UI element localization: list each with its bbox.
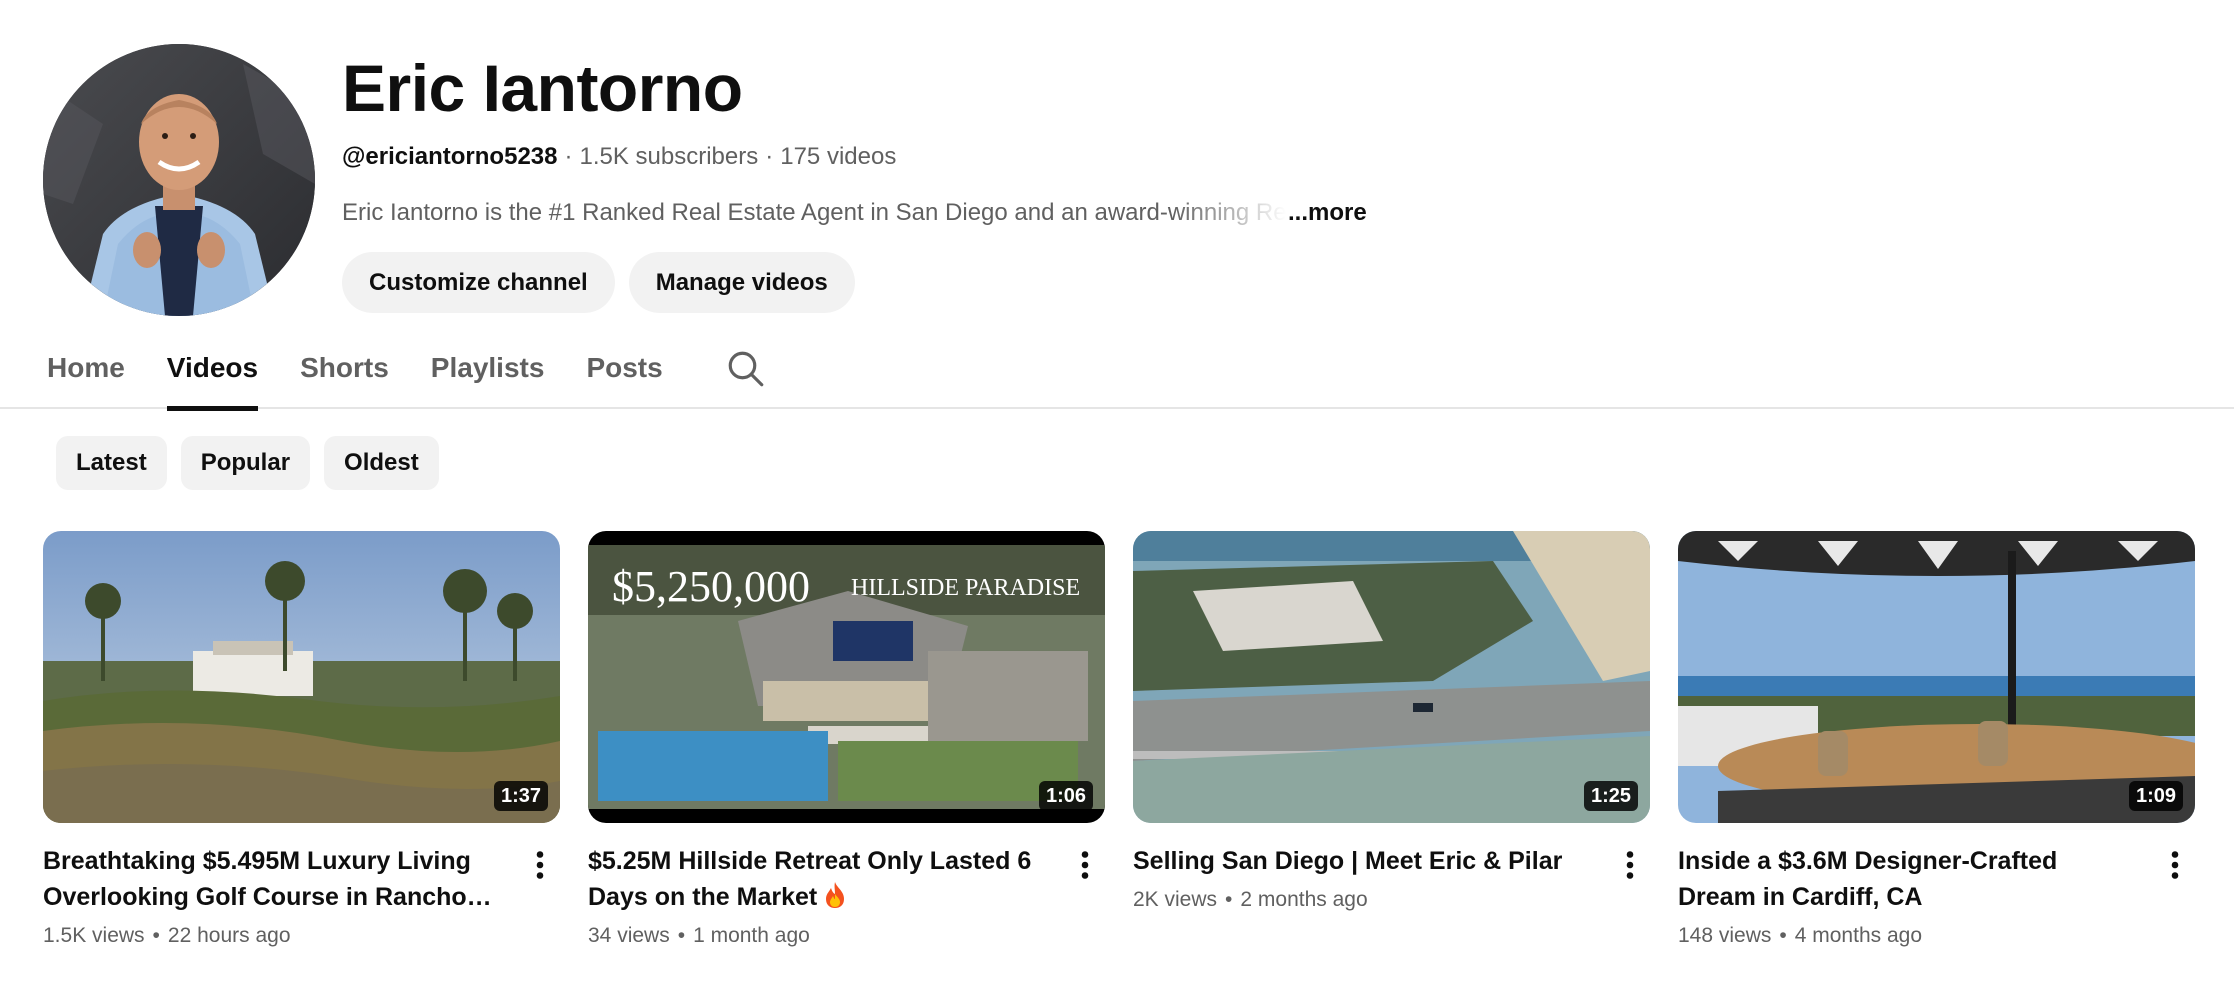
chip-latest[interactable]: Latest xyxy=(56,436,167,490)
chip-oldest[interactable]: Oldest xyxy=(324,436,439,490)
more-link[interactable]: ...more xyxy=(1288,196,1367,230)
video-title[interactable]: Inside a $3.6M Designer-Crafted Dream in… xyxy=(1678,843,2139,915)
more-actions-icon[interactable] xyxy=(522,847,558,883)
channel-info: Eric Iantorno @ericiantorno5238 · 1.5K sub… xyxy=(342,44,1367,313)
more-actions-icon[interactable] xyxy=(2157,847,2193,883)
meta-separator: • xyxy=(677,924,686,947)
video-details: Selling San Diego | Meet Eric & Pilar 2K… xyxy=(1133,843,1650,915)
video-duration: 1:37 xyxy=(493,781,548,811)
meta-separator: · xyxy=(564,143,573,170)
sort-chips: Latest Popular Oldest xyxy=(56,436,439,490)
video-details: Inside a $3.6M Designer-Crafted Dream in… xyxy=(1678,843,2195,951)
meta-separator: · xyxy=(765,143,774,170)
channel-tabs-bar: Home Videos Shorts Playlists Posts xyxy=(0,336,2234,411)
video-meta: 2K views • 2 months ago xyxy=(1133,885,1594,915)
video-title[interactable]: $5.25M Hillside Retreat Only Lasted 6 Da… xyxy=(588,843,1049,915)
coastal-bridge-thumbnail-image xyxy=(1133,531,1650,823)
video-duration: 1:06 xyxy=(1038,781,1093,811)
video-age: 22 hours ago xyxy=(167,924,291,947)
channel-avatar[interactable] xyxy=(43,44,315,316)
video-thumbnail[interactable]: $5,250,000 HILLSIDE PARADISE 1:06 xyxy=(588,531,1105,823)
channel-name: Eric Iantorno xyxy=(342,51,743,125)
video-thumbnail[interactable]: 1:37 xyxy=(43,531,560,823)
customize-channel-button[interactable]: Customize channel xyxy=(342,252,615,313)
channel-description[interactable]: Eric Iantorno is the #1 Ranked Real Esta… xyxy=(342,196,1367,230)
tab-videos[interactable]: Videos xyxy=(166,336,259,411)
patio-ocean-view-thumbnail-image xyxy=(1678,531,2195,823)
video-grid: 1:37 Breathtaking $5.495M Luxury Living … xyxy=(43,531,2197,951)
video-details: Breathtaking $5.495M Luxury Living Overl… xyxy=(43,843,560,951)
video-card: 1:25 Selling San Diego | Meet Eric & Pil… xyxy=(1133,531,1650,951)
channel-tabs: Home Videos Shorts Playlists Posts xyxy=(47,336,767,411)
channel-header: Eric Iantorno @ericiantorno5238 · 1.5K sub… xyxy=(43,44,2193,316)
search-icon[interactable] xyxy=(725,348,767,390)
video-card: $5,250,000 HILLSIDE PARADISE 1:06 $5.25M… xyxy=(588,531,1105,951)
avatar-portrait-image xyxy=(43,44,315,316)
channel-meta: @ericiantorno5238 · 1.5K subscribers · 175 v… xyxy=(342,140,1367,174)
video-age: 2 months ago xyxy=(1240,888,1368,911)
video-title-text: $5.25M Hillside Retreat Only Lasted 6 Da… xyxy=(588,847,1032,911)
manage-videos-button[interactable]: Manage videos xyxy=(628,252,855,313)
video-meta: 148 views • 4 months ago xyxy=(1678,921,2139,951)
video-views: 2K views xyxy=(1133,888,1218,911)
channel-handle[interactable]: @ericiantorno5238 xyxy=(342,143,557,170)
video-views: 34 views xyxy=(588,924,670,947)
thumbnail-caption-overlay: HILLSIDE PARADISE xyxy=(851,575,1080,601)
video-title[interactable]: Selling San Diego | Meet Eric & Pilar xyxy=(1133,843,1594,879)
video-meta: 34 views • 1 month ago xyxy=(588,921,1049,951)
video-count: 175 videos xyxy=(780,143,897,170)
video-card: 1:09 Inside a $3.6M Designer-Crafted Dre… xyxy=(1678,531,2195,951)
tab-playlists[interactable]: Playlists xyxy=(431,336,545,409)
tab-posts[interactable]: Posts xyxy=(586,336,662,409)
channel-description-text: Eric Iantorno is the #1 Ranked Real Esta… xyxy=(342,199,1286,226)
thumbnail-price-overlay: $5,250,000 xyxy=(612,562,810,611)
video-age: 1 month ago xyxy=(693,924,810,947)
video-thumbnail[interactable]: 1:25 xyxy=(1133,531,1650,823)
video-details: $5.25M Hillside Retreat Only Lasted 6 Da… xyxy=(588,843,1105,951)
hillside-home-thumbnail-image: $5,250,000 HILLSIDE PARADISE xyxy=(588,531,1105,823)
channel-actions: Customize channel Manage videos xyxy=(342,252,1367,313)
fire-emoji-icon xyxy=(826,882,845,908)
video-views: 148 views xyxy=(1678,924,1772,947)
golf-mansion-thumbnail-image xyxy=(43,531,560,823)
video-duration: 1:09 xyxy=(2128,781,2183,811)
meta-separator: • xyxy=(152,924,160,947)
tab-shorts[interactable]: Shorts xyxy=(300,336,389,409)
tab-home[interactable]: Home xyxy=(47,336,125,409)
video-card: 1:37 Breathtaking $5.495M Luxury Living … xyxy=(43,531,560,951)
video-duration: 1:25 xyxy=(1583,781,1638,811)
subscriber-count: 1.5K subscribers xyxy=(579,143,759,170)
video-views: 1.5K views xyxy=(43,924,145,947)
meta-separator: • xyxy=(1779,924,1787,947)
more-actions-icon[interactable] xyxy=(1067,847,1103,883)
video-thumbnail[interactable]: 1:09 xyxy=(1678,531,2195,823)
video-title[interactable]: Breathtaking $5.495M Luxury Living Overl… xyxy=(43,843,504,915)
more-actions-icon[interactable] xyxy=(1612,847,1648,883)
video-age: 4 months ago xyxy=(1794,924,1923,947)
video-meta: 1.5K views • 22 hours ago xyxy=(43,921,504,951)
meta-separator: • xyxy=(1225,888,1233,911)
chip-popular[interactable]: Popular xyxy=(180,436,311,490)
